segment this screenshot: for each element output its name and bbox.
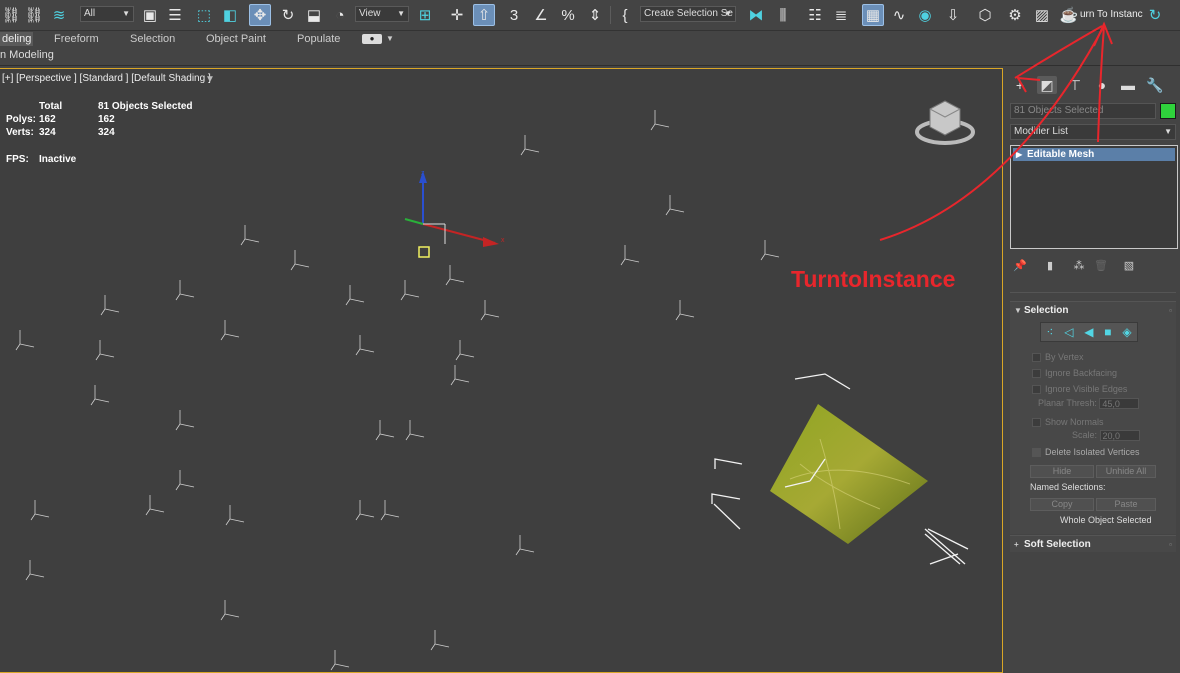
- annotation-label: TurntoInstance: [791, 266, 956, 292]
- annotation-arrows: [879, 21, 1113, 241]
